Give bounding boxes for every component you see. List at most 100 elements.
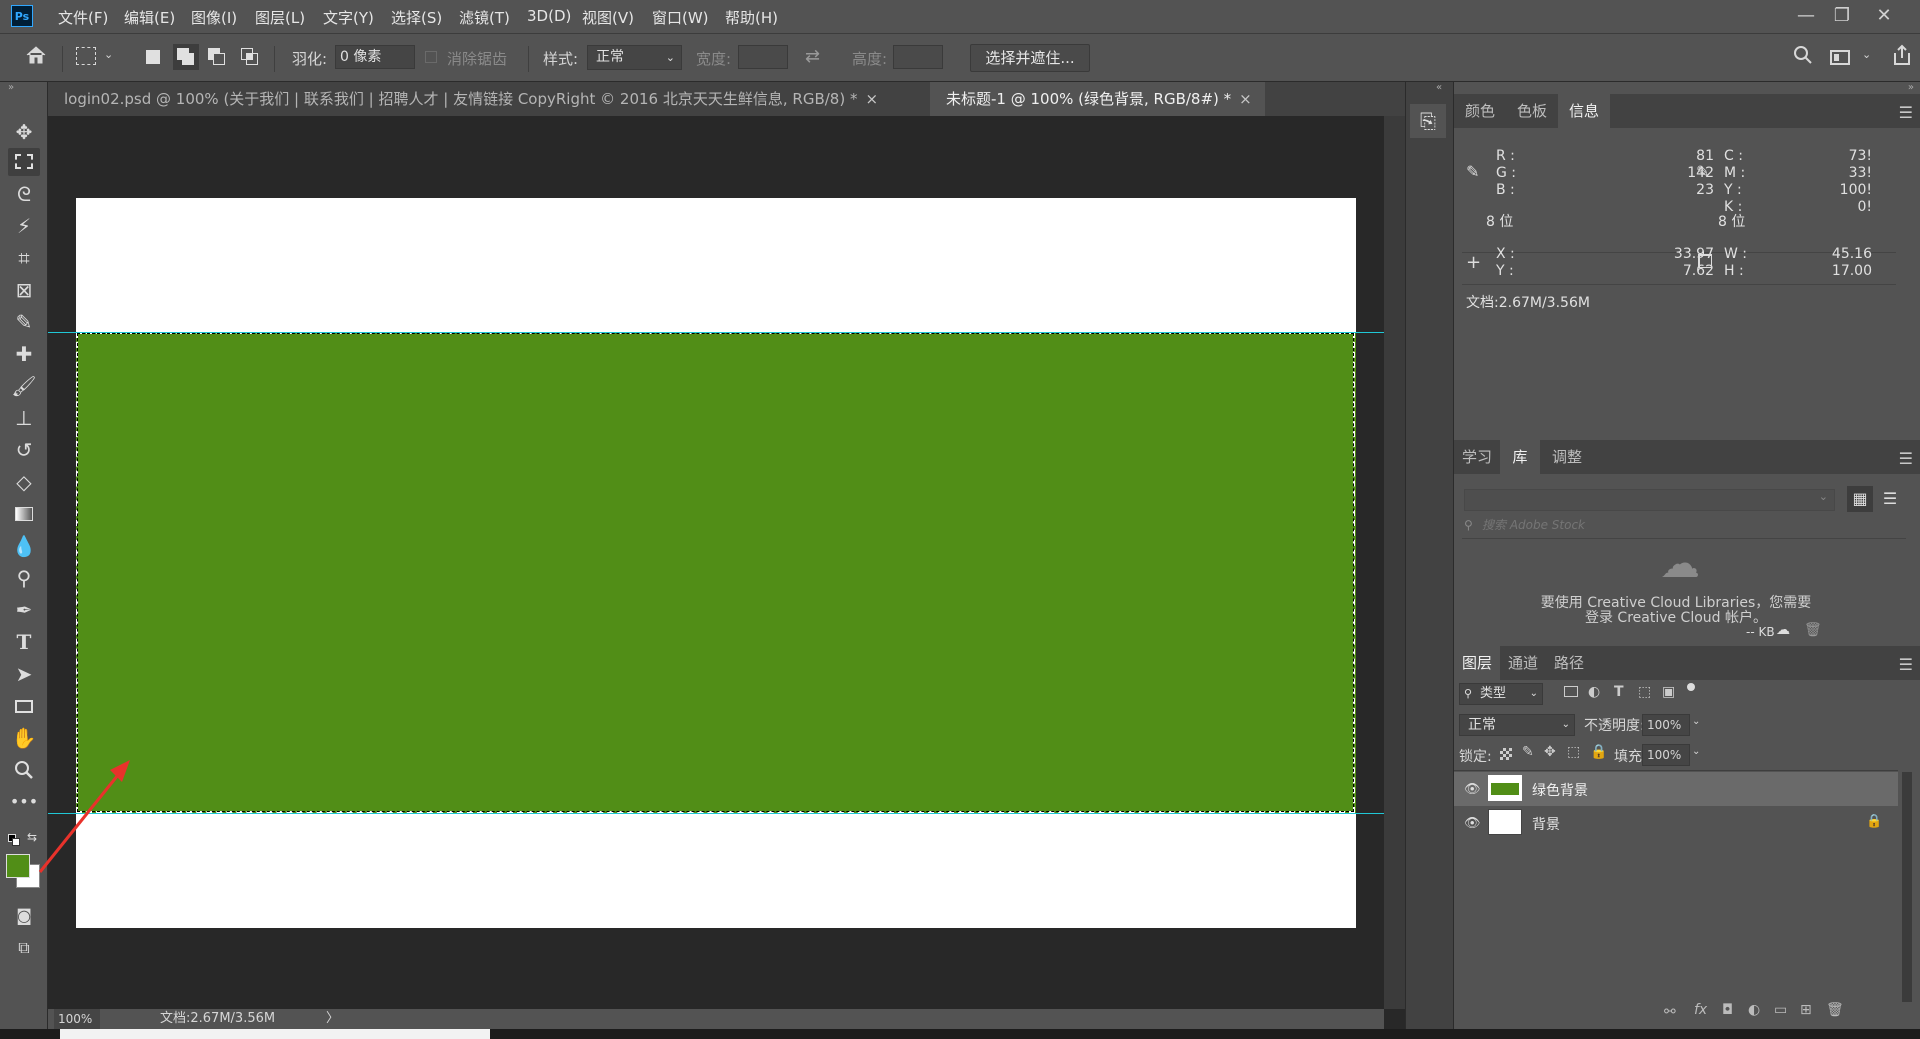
menu-window[interactable]: 窗口(W) bbox=[652, 7, 709, 28]
canvas-vertical-scrollbar[interactable] bbox=[1384, 116, 1405, 1009]
tab-paths[interactable]: 路径 bbox=[1546, 646, 1592, 680]
status-menu-arrow[interactable]: 〉 bbox=[326, 1009, 339, 1029]
style-select[interactable]: 正常 ⌄ bbox=[587, 45, 682, 70]
intersect-selection-icon[interactable] bbox=[241, 48, 259, 66]
filter-toggle-icon[interactable] bbox=[1687, 683, 1695, 691]
brush-tool-icon[interactable]: 🖌 bbox=[8, 372, 40, 400]
blend-mode-select[interactable]: 正常 ⌄ bbox=[1459, 714, 1575, 736]
new-selection-icon[interactable] bbox=[146, 50, 160, 64]
eye-icon[interactable]: 👁 bbox=[1464, 782, 1481, 797]
panel-menu-icon[interactable]: ☰ bbox=[1899, 655, 1913, 674]
zoom-level[interactable]: 100% bbox=[54, 1009, 100, 1029]
rectangular-marquee-tool-icon[interactable] bbox=[8, 148, 40, 176]
filter-smart-object-icon[interactable]: ▣ bbox=[1662, 684, 1675, 700]
tab-learn[interactable]: 学习 bbox=[1454, 440, 1500, 474]
menu-select[interactable]: 选择(S) bbox=[391, 7, 442, 28]
grid-view-icon[interactable]: ▦ bbox=[1847, 486, 1873, 512]
antialias-checkbox[interactable] bbox=[425, 51, 437, 63]
healing-brush-tool-icon[interactable]: ✚ bbox=[8, 340, 40, 368]
new-layer-icon[interactable]: ⊞ bbox=[1800, 1002, 1812, 1018]
fx-icon[interactable]: fx bbox=[1694, 1002, 1707, 1018]
tab-color[interactable]: 颜色 bbox=[1454, 94, 1506, 128]
lock-all-icon[interactable]: 🔒 bbox=[1590, 744, 1607, 760]
panel-menu-icon[interactable]: ☰ bbox=[1899, 449, 1913, 468]
chevron-down-icon[interactable]: ⌄ bbox=[1692, 746, 1700, 757]
panel-menu-icon[interactable]: ☰ bbox=[1899, 103, 1913, 122]
menu-help[interactable]: 帮助(H) bbox=[725, 7, 778, 28]
collapse-icon[interactable]: » bbox=[8, 82, 14, 93]
rect-marquee-preset-icon[interactable] bbox=[76, 47, 96, 65]
width-input[interactable] bbox=[738, 45, 788, 69]
library-select[interactable]: ⌄ bbox=[1464, 489, 1835, 511]
lock-brush-icon[interactable]: ✎ bbox=[1522, 744, 1534, 760]
subtract-selection-icon[interactable] bbox=[208, 48, 226, 66]
tab-channels[interactable]: 通道 bbox=[1500, 646, 1546, 680]
home-icon[interactable] bbox=[22, 43, 50, 71]
rectangle-tool-icon[interactable] bbox=[8, 692, 40, 720]
minimize-button[interactable]: — bbox=[1786, 3, 1826, 29]
quick-mask-icon[interactable]: ◙ bbox=[8, 902, 40, 930]
select-and-mask-button[interactable]: 选择并遮住... bbox=[970, 44, 1090, 72]
share-icon[interactable] bbox=[1890, 43, 1914, 69]
link-layers-icon[interactable]: ⚯ bbox=[1664, 1004, 1676, 1020]
tab-info[interactable]: 信息 bbox=[1558, 94, 1610, 128]
gradient-tool-icon[interactable] bbox=[8, 500, 40, 528]
eraser-tool-icon[interactable]: ◇ bbox=[8, 468, 40, 496]
workspace-icon[interactable] bbox=[1830, 50, 1850, 65]
filter-type-icon[interactable]: T bbox=[1614, 684, 1624, 700]
tab-swatches[interactable]: 色板 bbox=[1506, 94, 1558, 128]
type-tool-icon[interactable]: T bbox=[8, 628, 40, 656]
adjustment-layer-icon[interactable]: ◐ bbox=[1748, 1002, 1760, 1018]
doc-tab-untitled[interactable]: 未标题-1 @ 100% (绿色背景, RGB/8#) * × bbox=[930, 82, 1265, 116]
close-tab-icon[interactable]: × bbox=[865, 90, 878, 108]
delete-layer-icon[interactable]: 🗑 bbox=[1826, 1002, 1844, 1018]
new-group-icon[interactable]: ▭ bbox=[1774, 1002, 1787, 1018]
pen-tool-icon[interactable]: ✒ bbox=[8, 596, 40, 624]
menu-edit[interactable]: 编辑(E) bbox=[124, 7, 175, 28]
collapse-icon[interactable]: « bbox=[1436, 82, 1442, 93]
menu-type[interactable]: 文字(Y) bbox=[323, 7, 374, 28]
move-tool-icon[interactable]: ✥ bbox=[8, 118, 40, 146]
clone-stamp-tool-icon[interactable]: ⊥ bbox=[8, 404, 40, 432]
search-icon[interactable] bbox=[1790, 44, 1816, 70]
eye-icon[interactable]: 👁 bbox=[1464, 816, 1481, 831]
feather-input[interactable]: 0 像素 bbox=[335, 45, 415, 69]
tab-adjustments[interactable]: 调整 bbox=[1540, 440, 1594, 474]
stock-search-input[interactable] bbox=[1480, 513, 1864, 537]
screen-mode-icon[interactable]: ⧉ bbox=[8, 934, 40, 962]
hand-tool-icon[interactable]: ✋ bbox=[8, 724, 40, 752]
menu-layer[interactable]: 图层(L) bbox=[255, 7, 305, 28]
foreground-color-swatch[interactable] bbox=[6, 854, 30, 878]
history-panel-icon[interactable]: ⎘ bbox=[1410, 104, 1446, 138]
menu-file[interactable]: 文件(F) bbox=[58, 7, 108, 28]
tab-libraries[interactable]: 库 bbox=[1500, 440, 1540, 474]
chevron-down-icon[interactable]: ⌄ bbox=[1862, 48, 1871, 61]
layer-row-green[interactable]: 👁 绿色背景 bbox=[1454, 772, 1898, 806]
dodge-tool-icon[interactable]: ⚲ bbox=[8, 564, 40, 592]
lock-position-icon[interactable]: ✥ bbox=[1544, 744, 1556, 760]
add-mask-icon[interactable]: ◘ bbox=[1722, 1002, 1733, 1018]
guide-line-bottom[interactable] bbox=[48, 813, 1384, 814]
trash-icon[interactable]: 🗑 bbox=[1804, 622, 1822, 638]
menu-3d[interactable]: 3D(D) bbox=[527, 7, 571, 25]
filter-pixel-icon[interactable] bbox=[1564, 686, 1578, 697]
tab-layers[interactable]: 图层 bbox=[1454, 646, 1500, 680]
filter-shape-icon[interactable]: ⬚ bbox=[1638, 684, 1651, 700]
layer-filter-select[interactable]: ⚲ 类型 ⌄ bbox=[1459, 683, 1543, 705]
eyedropper-tool-icon[interactable]: ✎ bbox=[8, 308, 40, 336]
fill-input[interactable]: 100% bbox=[1642, 744, 1690, 766]
restore-button[interactable]: ❐ bbox=[1822, 3, 1862, 29]
path-selection-tool-icon[interactable]: ➤ bbox=[8, 660, 40, 688]
height-input[interactable] bbox=[893, 45, 943, 69]
chevron-down-icon[interactable]: ⌄ bbox=[1692, 716, 1700, 727]
swap-arrows-icon[interactable]: ⇄ bbox=[805, 46, 820, 67]
magic-wand-tool-icon[interactable]: ⚡ bbox=[8, 212, 40, 240]
close-button[interactable]: ✕ bbox=[1864, 3, 1904, 29]
default-colors-icon[interactable] bbox=[8, 834, 20, 846]
crop-tool-icon[interactable]: ⌗ bbox=[8, 244, 40, 272]
filter-adjustment-icon[interactable]: ◐ bbox=[1588, 684, 1600, 700]
menu-view[interactable]: 视图(V) bbox=[582, 7, 634, 28]
layer-row-background[interactable]: 👁 背景 🔒 bbox=[1454, 806, 1898, 840]
doc-size-status[interactable]: 文档:2.67M/3.56M bbox=[160, 1009, 275, 1029]
menu-image[interactable]: 图像(I) bbox=[191, 7, 237, 28]
